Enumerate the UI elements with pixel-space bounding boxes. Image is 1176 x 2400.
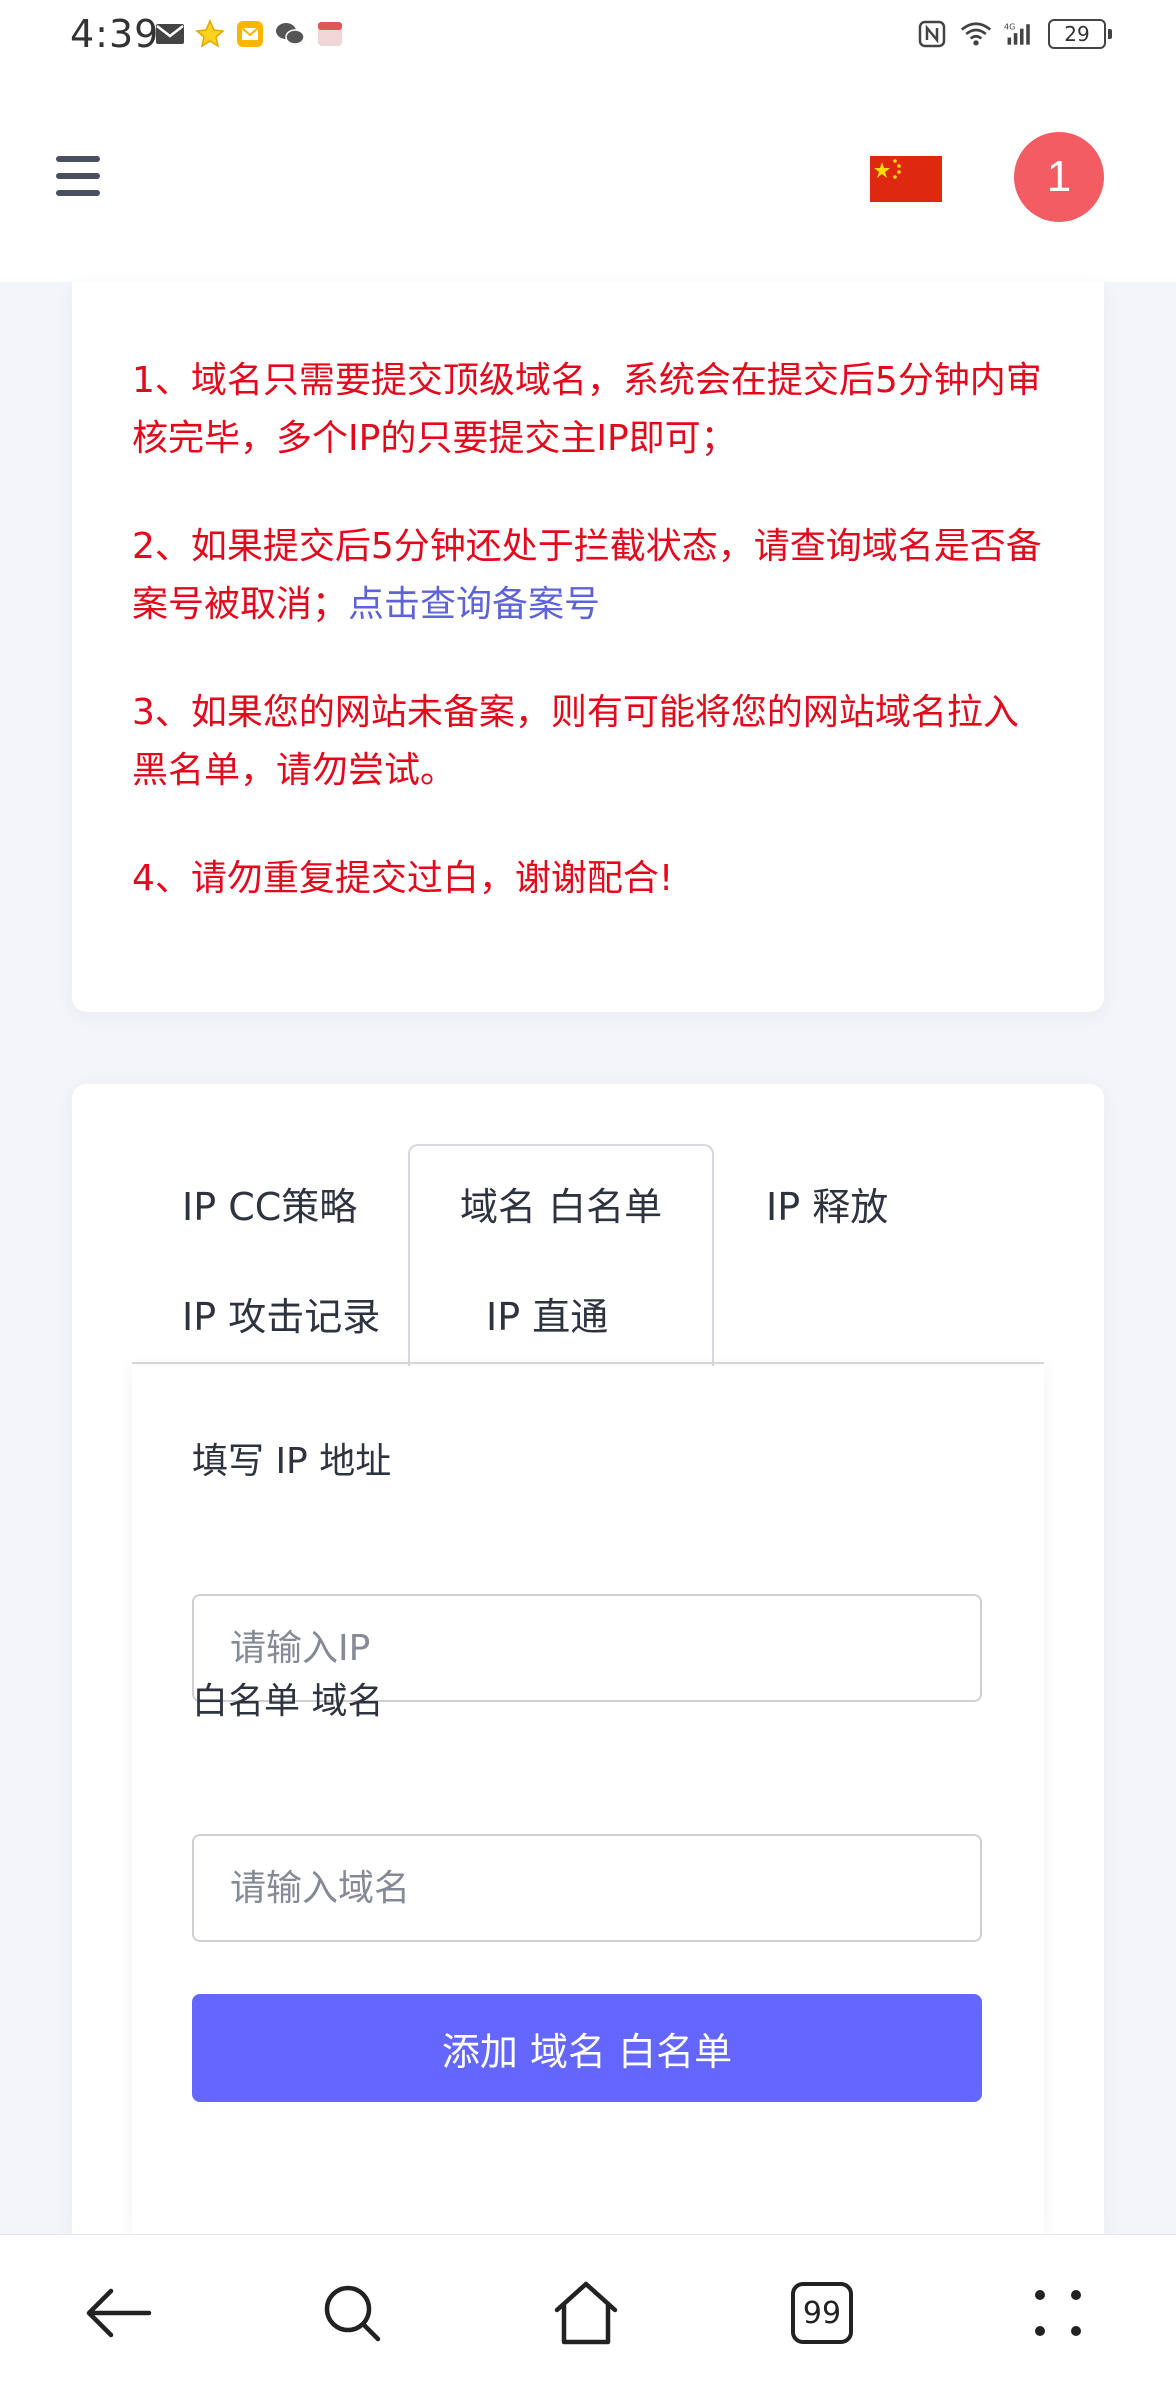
more-menu-icon[interactable] xyxy=(1018,2273,1098,2353)
status-time: 4:39 xyxy=(70,12,160,56)
notification-icons xyxy=(154,18,346,50)
mail-icon xyxy=(154,18,186,50)
whitelist-form: 填写 IP 地址 白名单 域名 添加 域名 白名单 xyxy=(132,1366,1044,2234)
system-icons: 4G 29 xyxy=(916,18,1112,50)
star-app-icon xyxy=(194,18,226,50)
notification-badge[interactable]: 1 xyxy=(1014,132,1104,222)
tab-domain-whitelist-label: 域名 白名单 xyxy=(460,1185,663,1229)
hamburger-menu-icon[interactable] xyxy=(56,156,102,196)
whitelist-card: IP CC策略 域名 白名单 IP 释放 IP 攻击记录 IP 直通 填写 IP… xyxy=(72,1084,1104,2234)
notice-list: 1、域名只需要提交顶级域名，系统会在提交后5分钟内审核完毕，多个IP的只要提交主… xyxy=(132,352,1052,958)
notice-item-1: 1、域名只需要提交顶级域名，系统会在提交后5分钟内审核完毕，多个IP的只要提交主… xyxy=(132,360,1042,459)
tabs-divider xyxy=(132,1362,1044,1364)
calendar-app-icon xyxy=(314,18,346,50)
wechat-icon xyxy=(274,18,306,50)
home-icon[interactable] xyxy=(546,2273,626,2353)
query-record-link[interactable]: 点击查询备案号 xyxy=(348,584,600,625)
notice-item-4: 4、请勿重复提交过白，谢谢配合! xyxy=(132,858,674,899)
svg-text:4G: 4G xyxy=(1004,23,1015,32)
nfc-icon xyxy=(916,18,948,50)
top-header: 1 xyxy=(0,72,1176,282)
domain-input[interactable] xyxy=(192,1834,982,1942)
tab-ip-cc-policy[interactable]: IP CC策略 xyxy=(182,1176,357,1231)
tab-ip-direct[interactable]: IP 直通 xyxy=(486,1286,608,1341)
tab-ip-release[interactable]: IP 释放 xyxy=(766,1176,888,1231)
china-flag-icon[interactable] xyxy=(870,156,942,202)
message-app-icon xyxy=(234,18,266,50)
notice-item-3: 3、如果您的网站未备案，则有可能将您的网站域名拉入黑名单，请勿尝试。 xyxy=(132,692,1019,791)
notice-card: 1、域名只需要提交顶级域名，系统会在提交后5分钟内审核完毕，多个IP的只要提交主… xyxy=(72,282,1104,1012)
battery-level: 29 xyxy=(1064,22,1090,46)
add-domain-whitelist-button[interactable]: 添加 域名 白名单 xyxy=(192,1994,982,2102)
tab-ip-attack-log[interactable]: IP 攻击记录 xyxy=(182,1286,380,1341)
domain-field-label: 白名单 域名 xyxy=(192,1681,384,1722)
back-arrow-icon[interactable] xyxy=(78,2273,158,2353)
search-icon[interactable] xyxy=(312,2273,392,2353)
bottom-navigation: 99 xyxy=(0,2234,1176,2400)
battery-icon: 29 xyxy=(1048,19,1112,49)
tabs-count: 99 xyxy=(802,2295,842,2331)
cellular-signal-icon: 4G xyxy=(1004,18,1036,50)
ip-field-label: 填写 IP 地址 xyxy=(192,1441,392,1482)
wifi-icon xyxy=(960,18,992,50)
tabs-count-icon[interactable]: 99 xyxy=(782,2273,862,2353)
notice-item-2: 2、如果提交后5分钟还处于拦截状态，请查询域名是否备案号被取消；点击查询备案号 xyxy=(132,526,1042,625)
status-bar: 4:39 4G 29 xyxy=(0,0,1176,72)
